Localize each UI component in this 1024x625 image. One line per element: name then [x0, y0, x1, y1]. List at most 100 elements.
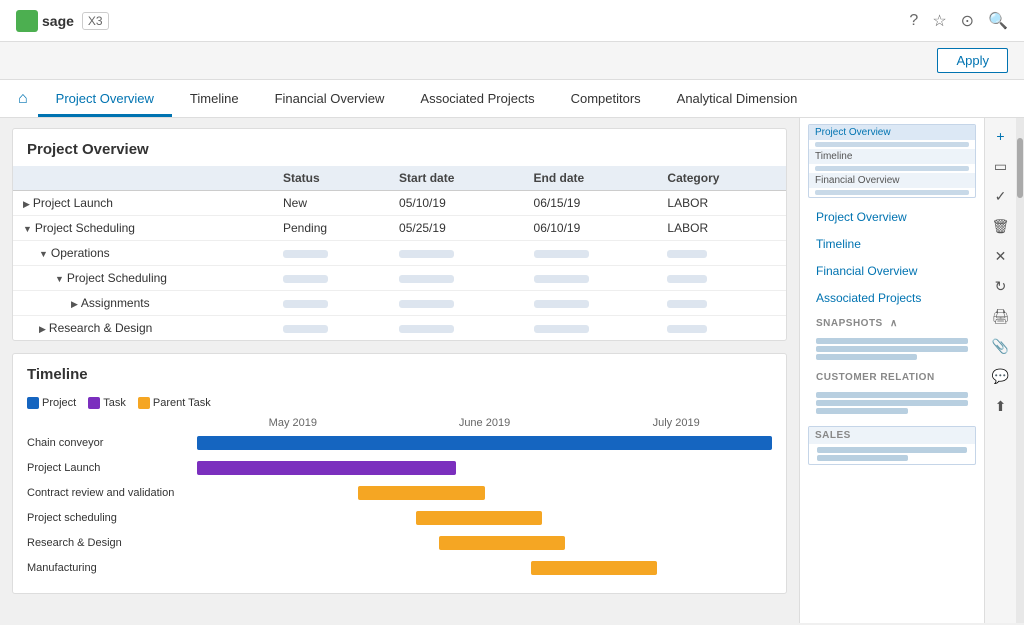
right-panel-inner: Project Overview Timeline Financial Over…	[800, 118, 984, 623]
table-row: ▼Project Scheduling	[13, 266, 786, 291]
tab-analytical-dimension[interactable]: Analytical Dimension	[659, 80, 816, 117]
compass-icon[interactable]: ⊙	[961, 11, 974, 31]
sage-text: sage	[42, 13, 74, 29]
add-button[interactable]: +	[987, 122, 1015, 150]
tab-timeline[interactable]: Timeline	[172, 80, 257, 117]
top-bar-actions: ? ☆ ⊙ 🔍	[909, 11, 1008, 31]
layout-button[interactable]: ▭	[987, 152, 1015, 180]
comment-button[interactable]: 💬	[987, 362, 1015, 390]
row-start	[389, 316, 524, 341]
customer-bar-2	[816, 400, 968, 406]
apply-button[interactable]: Apply	[937, 48, 1008, 73]
close-button[interactable]: ✕	[987, 242, 1015, 270]
snapshots-collapse-icon[interactable]: ∧	[890, 318, 898, 329]
gantt-rows: Chain conveyorProject LaunchContract rev…	[27, 433, 772, 578]
upload-button[interactable]: ⬆	[987, 392, 1015, 420]
refresh-button[interactable]: ↻	[987, 272, 1015, 300]
task-color-dot	[88, 397, 100, 409]
top-bar: sage X3 ? ☆ ⊙ 🔍	[0, 0, 1024, 42]
customer-relation-title: CUSTOMER RELATION	[808, 366, 976, 386]
timeline-legend: Project Task Parent Task	[13, 391, 786, 417]
action-buttons: + ▭ ✓ 🗑 ✕ ↻ 🖨 📎 💬 ⬆	[984, 118, 1016, 623]
legend-task-label: Task	[103, 397, 126, 409]
row-name-cell: ▼Project Scheduling	[13, 216, 273, 241]
row-category	[657, 291, 786, 316]
gantt-header: May 2019 June 2019 July 2019	[197, 417, 772, 429]
panel-item-financial-overview[interactable]: Financial Overview	[808, 258, 976, 284]
attach-button[interactable]: 📎	[987, 332, 1015, 360]
gantt-row: Project scheduling	[27, 508, 772, 528]
sage-square-icon	[16, 10, 38, 32]
month-june: June 2019	[389, 417, 581, 429]
customer-bar-1	[816, 392, 968, 398]
star-icon[interactable]: ☆	[932, 11, 946, 31]
row-status	[273, 291, 389, 316]
row-name-cell: ▶Assignments	[13, 291, 273, 316]
check-button[interactable]: ✓	[987, 182, 1015, 210]
snapshots-section: SNAPSHOTS ∧	[808, 312, 976, 366]
gantt-bar	[358, 486, 485, 500]
gantt-bar	[439, 536, 566, 550]
row-end: 06/10/19	[524, 216, 658, 241]
row-start: 05/10/19	[389, 191, 524, 216]
tab-project-overview[interactable]: Project Overview	[38, 80, 172, 117]
tab-competitors[interactable]: Competitors	[553, 80, 659, 117]
customer-relation-section: CUSTOMER RELATION	[808, 366, 976, 420]
timeline-card: Timeline Project Task Parent Task May 20…	[12, 353, 787, 594]
row-name-cell: ▼Operations	[13, 241, 273, 266]
gantt-track	[197, 560, 772, 576]
right-scroll[interactable]	[1016, 118, 1024, 623]
row-name: Operations	[51, 246, 110, 260]
legend-project-label: Project	[42, 397, 76, 409]
col-end: End date	[524, 166, 658, 191]
panel-item-associated-projects[interactable]: Associated Projects	[808, 285, 976, 311]
expand-icon[interactable]: ▼	[39, 249, 48, 259]
mini-preview-item2: Timeline	[809, 149, 975, 164]
home-icon[interactable]: ⌂	[8, 90, 38, 108]
expand-icon[interactable]: ▶	[71, 299, 78, 309]
snapshots-title: SNAPSHOTS ∧	[808, 312, 976, 332]
timeline-title: Timeline	[13, 354, 786, 391]
table-row: ▶Research & Design	[13, 316, 786, 341]
row-name-cell: ▶Research & Design	[13, 316, 273, 341]
gantt-bar	[197, 436, 772, 450]
legend-task: Task	[88, 397, 126, 409]
print-button[interactable]: 🖨	[987, 302, 1015, 330]
gantt-label: Project Launch	[27, 462, 197, 474]
gantt-row: Project Launch	[27, 458, 772, 478]
help-icon[interactable]: ?	[909, 12, 918, 30]
gantt-label: Research & Design	[27, 537, 197, 549]
expand-icon[interactable]: ▶	[39, 324, 46, 334]
panel-item-timeline[interactable]: Timeline	[808, 231, 976, 257]
month-july: July 2019	[580, 417, 772, 429]
sage-logo: sage	[16, 10, 74, 32]
search-icon[interactable]: 🔍	[988, 11, 1008, 31]
apply-bar: Apply	[0, 42, 1024, 80]
table-row: ▶Assignments	[13, 291, 786, 316]
table-row: ▶Project LaunchNew05/10/1906/15/19LABOR	[13, 191, 786, 216]
project-color-dot	[27, 397, 39, 409]
row-name-cell: ▶Project Launch	[13, 191, 273, 216]
row-category	[657, 241, 786, 266]
row-category	[657, 316, 786, 341]
row-name: Assignments	[81, 296, 150, 310]
col-name	[13, 166, 273, 191]
month-may: May 2019	[197, 417, 389, 429]
mini-preview: Project Overview Timeline Financial Over…	[808, 124, 976, 198]
gantt-track	[197, 435, 772, 451]
row-name: Project Scheduling	[67, 271, 167, 285]
gantt-label: Chain conveyor	[27, 437, 197, 449]
right-panel: Project Overview Timeline Financial Over…	[799, 118, 984, 623]
delete-button[interactable]: 🗑	[987, 212, 1015, 240]
expand-icon[interactable]: ▼	[55, 274, 64, 284]
expand-icon[interactable]: ▶	[23, 199, 30, 209]
tab-associated-projects[interactable]: Associated Projects	[402, 80, 552, 117]
customer-bar-3	[816, 408, 908, 414]
row-name-cell: ▼Project Scheduling	[13, 266, 273, 291]
parent-task-color-dot	[138, 397, 150, 409]
expand-icon[interactable]: ▼	[23, 224, 32, 234]
panel-item-project-overview[interactable]: Project Overview	[808, 204, 976, 230]
row-end	[524, 316, 658, 341]
gantt-row: Chain conveyor	[27, 433, 772, 453]
tab-financial-overview[interactable]: Financial Overview	[257, 80, 403, 117]
